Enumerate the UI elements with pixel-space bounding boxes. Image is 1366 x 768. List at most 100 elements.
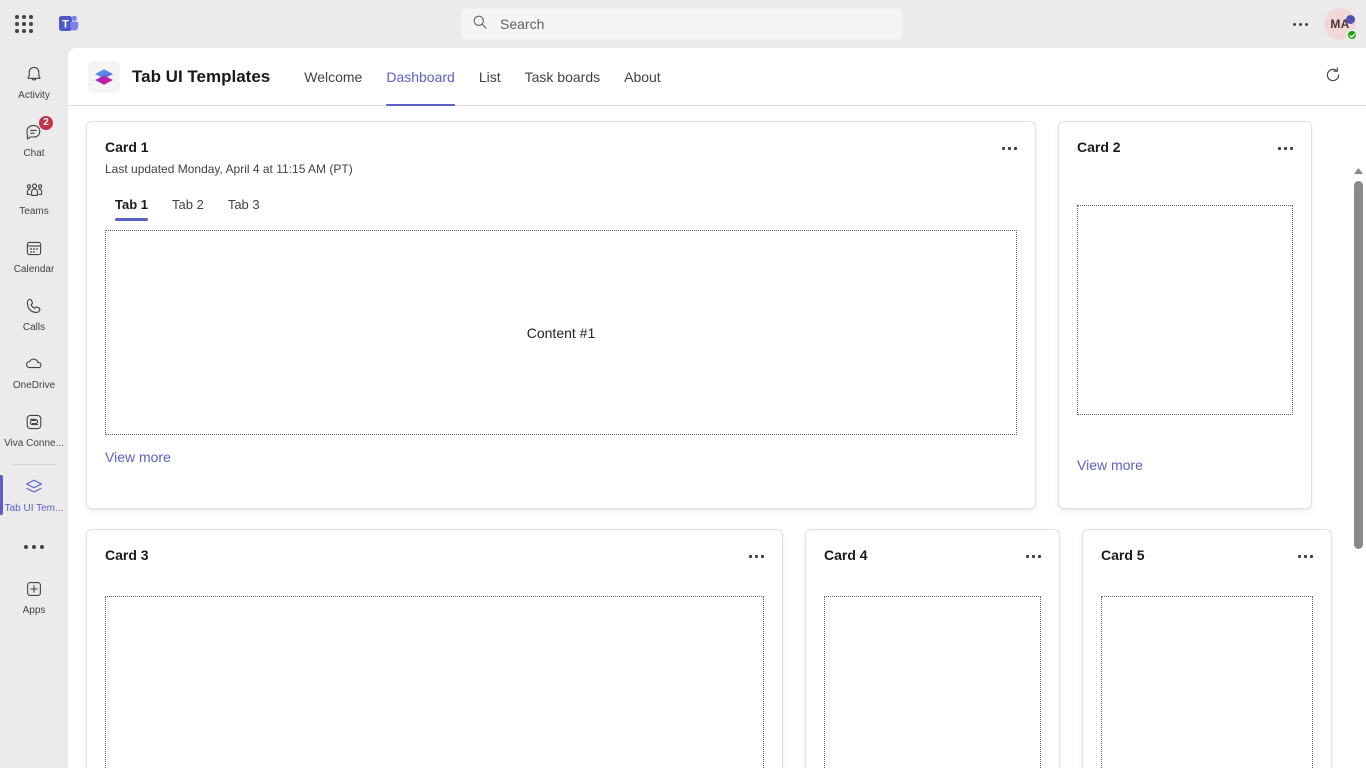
card-5: Card 5	[1082, 529, 1332, 768]
dashboard-row-1: Card 1 Last updated Monday, April 4 at 1…	[86, 121, 1348, 509]
sidebar-item-label: Chat	[23, 147, 45, 159]
card-more-options-button[interactable]	[1267, 139, 1293, 157]
sidebar-item-apps[interactable]: Apps	[0, 569, 68, 625]
refresh-button[interactable]	[1318, 62, 1348, 92]
dashboard-row-2: Card 3 Card 4 Card 5	[86, 529, 1348, 768]
chat-unread-badge: 2	[38, 114, 54, 131]
card-content-placeholder	[1101, 596, 1313, 768]
top-bar: T MA	[0, 0, 1366, 48]
dashboard-body: Card 1 Last updated Monday, April 4 at 1…	[68, 107, 1366, 768]
cloud-icon	[24, 353, 45, 375]
apps-plus-icon	[24, 578, 44, 600]
sidebar-item-label: Viva Conne...	[4, 437, 64, 449]
card-title: Card 2	[1077, 139, 1121, 155]
sidebar-item-calendar[interactable]: Calendar	[0, 228, 68, 284]
view-more-link[interactable]: View more	[105, 449, 171, 465]
sidebar-item-chat[interactable]: 2 Chat	[0, 112, 68, 168]
sidebar-item-activity[interactable]: Activity	[0, 54, 68, 110]
card-more-options-button[interactable]	[1015, 547, 1041, 565]
settings-and-more-button[interactable]	[1284, 8, 1316, 40]
card-more-options-button[interactable]	[1287, 547, 1313, 565]
sidebar-item-label: Apps	[22, 604, 46, 616]
presence-available-icon	[1346, 29, 1358, 41]
tab-label: About	[624, 68, 661, 85]
sidebar-item-label: Tab UI Tem...	[4, 502, 64, 514]
teams-logo-icon: T	[48, 0, 88, 48]
card-tab-label: Tab 1	[115, 197, 148, 212]
sidebar-item-tab-ui-templates[interactable]: Tab UI Tem...	[0, 467, 68, 523]
vertical-scrollbar[interactable]	[1350, 155, 1366, 768]
search-box[interactable]	[461, 8, 903, 40]
card-header: Card 5	[1101, 546, 1313, 565]
left-nav-rail: Activity 2 Chat Teams Calendar Calls One…	[0, 48, 68, 768]
card-content-placeholder	[1077, 205, 1293, 415]
sidebar-item-label: OneDrive	[12, 379, 56, 391]
scroll-up-arrow-icon[interactable]	[1350, 163, 1366, 179]
sidebar-item-label: Teams	[19, 205, 49, 217]
sidebar-item-label: Activity	[18, 89, 50, 101]
card-2: Card 2 View more	[1058, 121, 1312, 509]
notification-dot-icon	[1346, 15, 1355, 24]
tab-label: List	[478, 68, 501, 85]
card-tab-2[interactable]: Tab 2	[162, 193, 214, 221]
tab-dashboard[interactable]: Dashboard	[374, 48, 467, 106]
card-3: Card 3	[86, 529, 783, 768]
viva-connections-icon	[24, 411, 44, 433]
scrollbar-thumb[interactable]	[1354, 181, 1363, 549]
card-content-placeholder	[824, 596, 1041, 768]
card-header: Card 2	[1077, 138, 1293, 157]
search-input[interactable]	[500, 16, 892, 32]
tab-about[interactable]: About	[612, 48, 673, 106]
layers-icon	[23, 476, 45, 498]
app-logo-icon	[88, 60, 120, 93]
card-title: Card 1	[105, 139, 149, 155]
tab-list[interactable]: List	[467, 48, 513, 106]
tab-label: Dashboard	[386, 68, 455, 85]
card-title: Card 3	[105, 547, 149, 563]
waffle-icon	[15, 15, 33, 33]
card-header: Card 4	[824, 546, 1041, 565]
card-tab-list: Tab 1 Tab 2 Tab 3	[105, 193, 1017, 221]
more-apps-button[interactable]	[0, 525, 68, 569]
sidebar-item-calls[interactable]: Calls	[0, 286, 68, 342]
card-1: Card 1 Last updated Monday, April 4 at 1…	[86, 121, 1036, 509]
tab-label: Welcome	[304, 68, 363, 85]
phone-icon	[24, 295, 44, 317]
tab-label: Task boards	[524, 68, 601, 85]
sidebar-item-onedrive[interactable]: OneDrive	[0, 344, 68, 400]
svg-text:T: T	[62, 19, 69, 31]
card-tab-3[interactable]: Tab 3	[218, 193, 270, 221]
teams-icon	[24, 179, 45, 201]
app-launcher-button[interactable]	[0, 0, 48, 48]
chat-icon: 2	[24, 114, 54, 143]
card-more-options-button[interactable]	[991, 139, 1017, 157]
rail-divider	[12, 464, 56, 465]
card-tab-1[interactable]: Tab 1	[105, 193, 158, 221]
card-4: Card 4	[805, 529, 1060, 768]
card-header: Card 1 Last updated Monday, April 4 at 1…	[105, 138, 1017, 177]
card-tab-label: Tab 3	[227, 197, 260, 212]
sidebar-item-teams[interactable]: Teams	[0, 170, 68, 226]
page-title: Tab UI Templates	[132, 66, 271, 86]
avatar[interactable]: MA	[1322, 6, 1358, 42]
refresh-icon	[1324, 66, 1342, 89]
sidebar-item-label: Calendar	[13, 263, 55, 275]
card-tab-label: Tab 2	[172, 197, 204, 212]
tab-welcome[interactable]: Welcome	[292, 48, 374, 106]
card-title: Card 4	[824, 547, 868, 563]
view-more-link[interactable]: View more	[1077, 457, 1143, 473]
card-header: Card 3	[105, 546, 764, 565]
card-more-options-button[interactable]	[738, 547, 764, 565]
tab-task-boards[interactable]: Task boards	[513, 48, 612, 106]
sidebar-item-label: Calls	[22, 321, 46, 333]
card-content-text: Content #1	[526, 324, 596, 341]
calendar-icon	[24, 237, 44, 259]
sidebar-item-viva-connections[interactable]: Viva Conne...	[0, 402, 68, 458]
card-content-placeholder: Content #1	[105, 230, 1017, 435]
card-title: Card 5	[1101, 547, 1145, 563]
app-header: Tab UI Templates Welcome Dashboard List …	[68, 48, 1366, 106]
app-stage: Tab UI Templates Welcome Dashboard List …	[68, 48, 1366, 768]
bell-icon	[24, 63, 44, 85]
app-tab-list: Welcome Dashboard List Task boards About	[292, 48, 672, 106]
search-icon	[472, 14, 500, 35]
